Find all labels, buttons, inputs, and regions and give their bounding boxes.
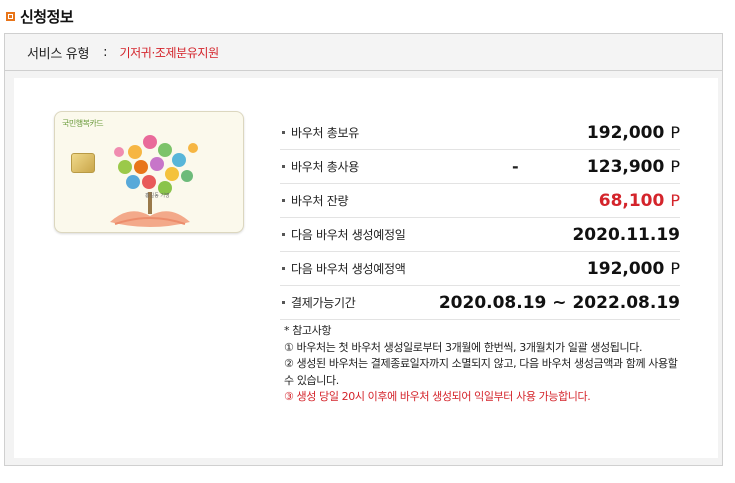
row-label: 다음 바우처 생성예정일 — [291, 228, 406, 242]
payment-period-value: 2020.08.19 ~ 2022.08.19 — [438, 292, 680, 313]
card-holder-name: 홍길동 기명 — [145, 193, 170, 199]
service-type-colon: : — [103, 44, 108, 60]
note-item-highlight: ③ 생성 당일 20시 이후에 바우처 생성되어 익일부터 사용 가능합니다. — [284, 390, 591, 403]
row-label: 다음 바우처 생성예정액 — [291, 262, 406, 276]
voucher-total-value: 192,000 P — [586, 122, 680, 143]
section-title-text: 신청정보 — [20, 7, 74, 26]
voucher-used-value: 123,900 P — [586, 156, 680, 177]
bullet-icon — [282, 233, 285, 236]
voucher-info-inner: 국민행복카드 홍길동 기명 바우처 총보유 192,000 P 바우처 총사용 … — [14, 78, 718, 458]
row-voucher-remaining: 바우처 잔량 68,100 P — [280, 184, 680, 218]
row-label: 바우처 잔량 — [291, 194, 349, 208]
service-type-bar: 서비스 유형 : 기저귀·조제분유지원 — [4, 33, 723, 71]
note-item: ① 바우처는 첫 바우처 생성일로부터 3개월에 한번씩, 3개월치가 일괄 생… — [284, 340, 643, 354]
row-voucher-total: 바우처 총보유 192,000 P — [280, 116, 680, 150]
bullet-icon — [282, 165, 285, 168]
reference-notes: * 참고사항 ① 바우처는 첫 바우처 생성일로부터 3개월에 한번씩, 3개월… — [284, 323, 689, 406]
notes-header: * 참고사항 — [284, 324, 332, 337]
row-voucher-used: 바우처 총사용 - 123,900 P — [280, 150, 680, 184]
section-title: 신청정보 — [6, 6, 74, 26]
note-item: ② 생성된 바우처는 결제종료일자까지 소멸되지 않고, 다음 바우처 생성금액… — [284, 357, 678, 387]
bullet-icon — [282, 131, 285, 134]
row-label: 결제가능기간 — [291, 296, 356, 310]
next-voucher-amount-value: 192,000 P — [586, 258, 680, 279]
service-type-value: 기저귀·조제분유지원 — [119, 45, 220, 60]
row-next-voucher-date: 다음 바우처 생성예정일 2020.11.19 — [280, 218, 680, 252]
bullet-icon — [282, 301, 285, 304]
row-label: 바우처 총사용 — [291, 160, 359, 174]
row-payment-period: 결제가능기간 2020.08.19 ~ 2022.08.19 — [280, 286, 680, 320]
bullet-icon — [282, 267, 285, 270]
bullet-icon — [282, 199, 285, 202]
happiness-card-image: 국민행복카드 홍길동 기명 — [54, 111, 244, 233]
section-title-icon — [6, 11, 15, 21]
service-type-label: 서비스 유형 — [27, 46, 90, 62]
minus-sign: - — [512, 157, 519, 176]
row-next-voucher-amount: 다음 바우처 생성예정액 192,000 P — [280, 252, 680, 286]
card-tree-graphic — [110, 135, 198, 227]
voucher-info-panel: 국민행복카드 홍길동 기명 바우처 총보유 192,000 P 바우처 총사용 … — [4, 71, 723, 466]
voucher-remaining-value: 68,100 P — [598, 190, 680, 211]
voucher-summary-list: 바우처 총보유 192,000 P 바우처 총사용 - 123,900 P 바우처 … — [280, 116, 680, 320]
next-voucher-date-value: 2020.11.19 — [572, 224, 680, 245]
row-label: 바우처 총보유 — [291, 126, 359, 140]
